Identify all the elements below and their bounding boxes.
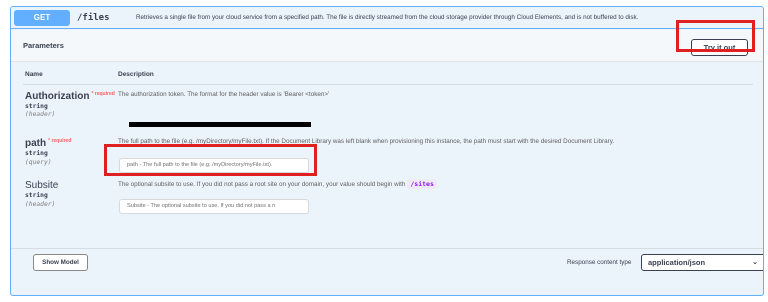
column-header-description: Description <box>118 71 154 78</box>
required-marker: * required <box>48 138 72 144</box>
operation-summary[interactable]: GET /files Retrieves a single file from … <box>11 7 763 29</box>
param-path-name: path * required <box>25 138 72 149</box>
response-content-type-label: Response content type <box>567 259 632 266</box>
sites-code: /sites <box>407 179 437 189</box>
column-divider <box>23 84 753 85</box>
footer-divider <box>11 248 763 249</box>
required-marker: * required <box>91 91 115 97</box>
path-input[interactable]: path - The full path to the file (e.g. /… <box>119 158 309 173</box>
parameters-title: Parameters <box>23 41 64 50</box>
response-content-type-select[interactable]: application/json ⌄ <box>641 254 763 271</box>
response-content-type-value: application/json <box>648 258 706 267</box>
http-method-badge: GET <box>14 10 70 26</box>
parameters-header: Parameters Try it out <box>11 30 763 62</box>
get-files-operation: GET /files Retrieves a single file from … <box>10 6 764 296</box>
subsite-input[interactable]: Subsite - The optional subsite to use. I… <box>119 199 309 214</box>
authorization-value-redacted[interactable] <box>129 122 311 127</box>
param-subsite-description: The optional subsite to use. If you did … <box>118 179 437 189</box>
operation-description: Retrieves a single file from your cloud … <box>136 14 639 21</box>
try-it-out-button[interactable]: Try it out <box>691 39 748 56</box>
param-path-type: string <box>25 150 48 157</box>
param-path-location: (query) <box>25 159 52 166</box>
column-header-name: Name <box>25 71 43 78</box>
param-subsite-type: string <box>25 192 48 199</box>
param-authorization-type: string <box>25 103 48 110</box>
param-subsite-location: (header) <box>25 201 56 208</box>
param-path-description: The full path to the file (e.g. /myDirec… <box>118 138 615 145</box>
chevron-down-icon: ⌄ <box>752 259 758 266</box>
endpoint-path: /files <box>77 13 110 23</box>
param-authorization-name: Authorization * required <box>25 91 115 102</box>
param-subsite-name: Subsite <box>25 180 59 191</box>
param-authorization-description: The authorization token. The format for … <box>118 91 330 98</box>
param-authorization-location: (header) <box>25 111 56 118</box>
show-model-button[interactable]: Show Model <box>33 254 88 271</box>
